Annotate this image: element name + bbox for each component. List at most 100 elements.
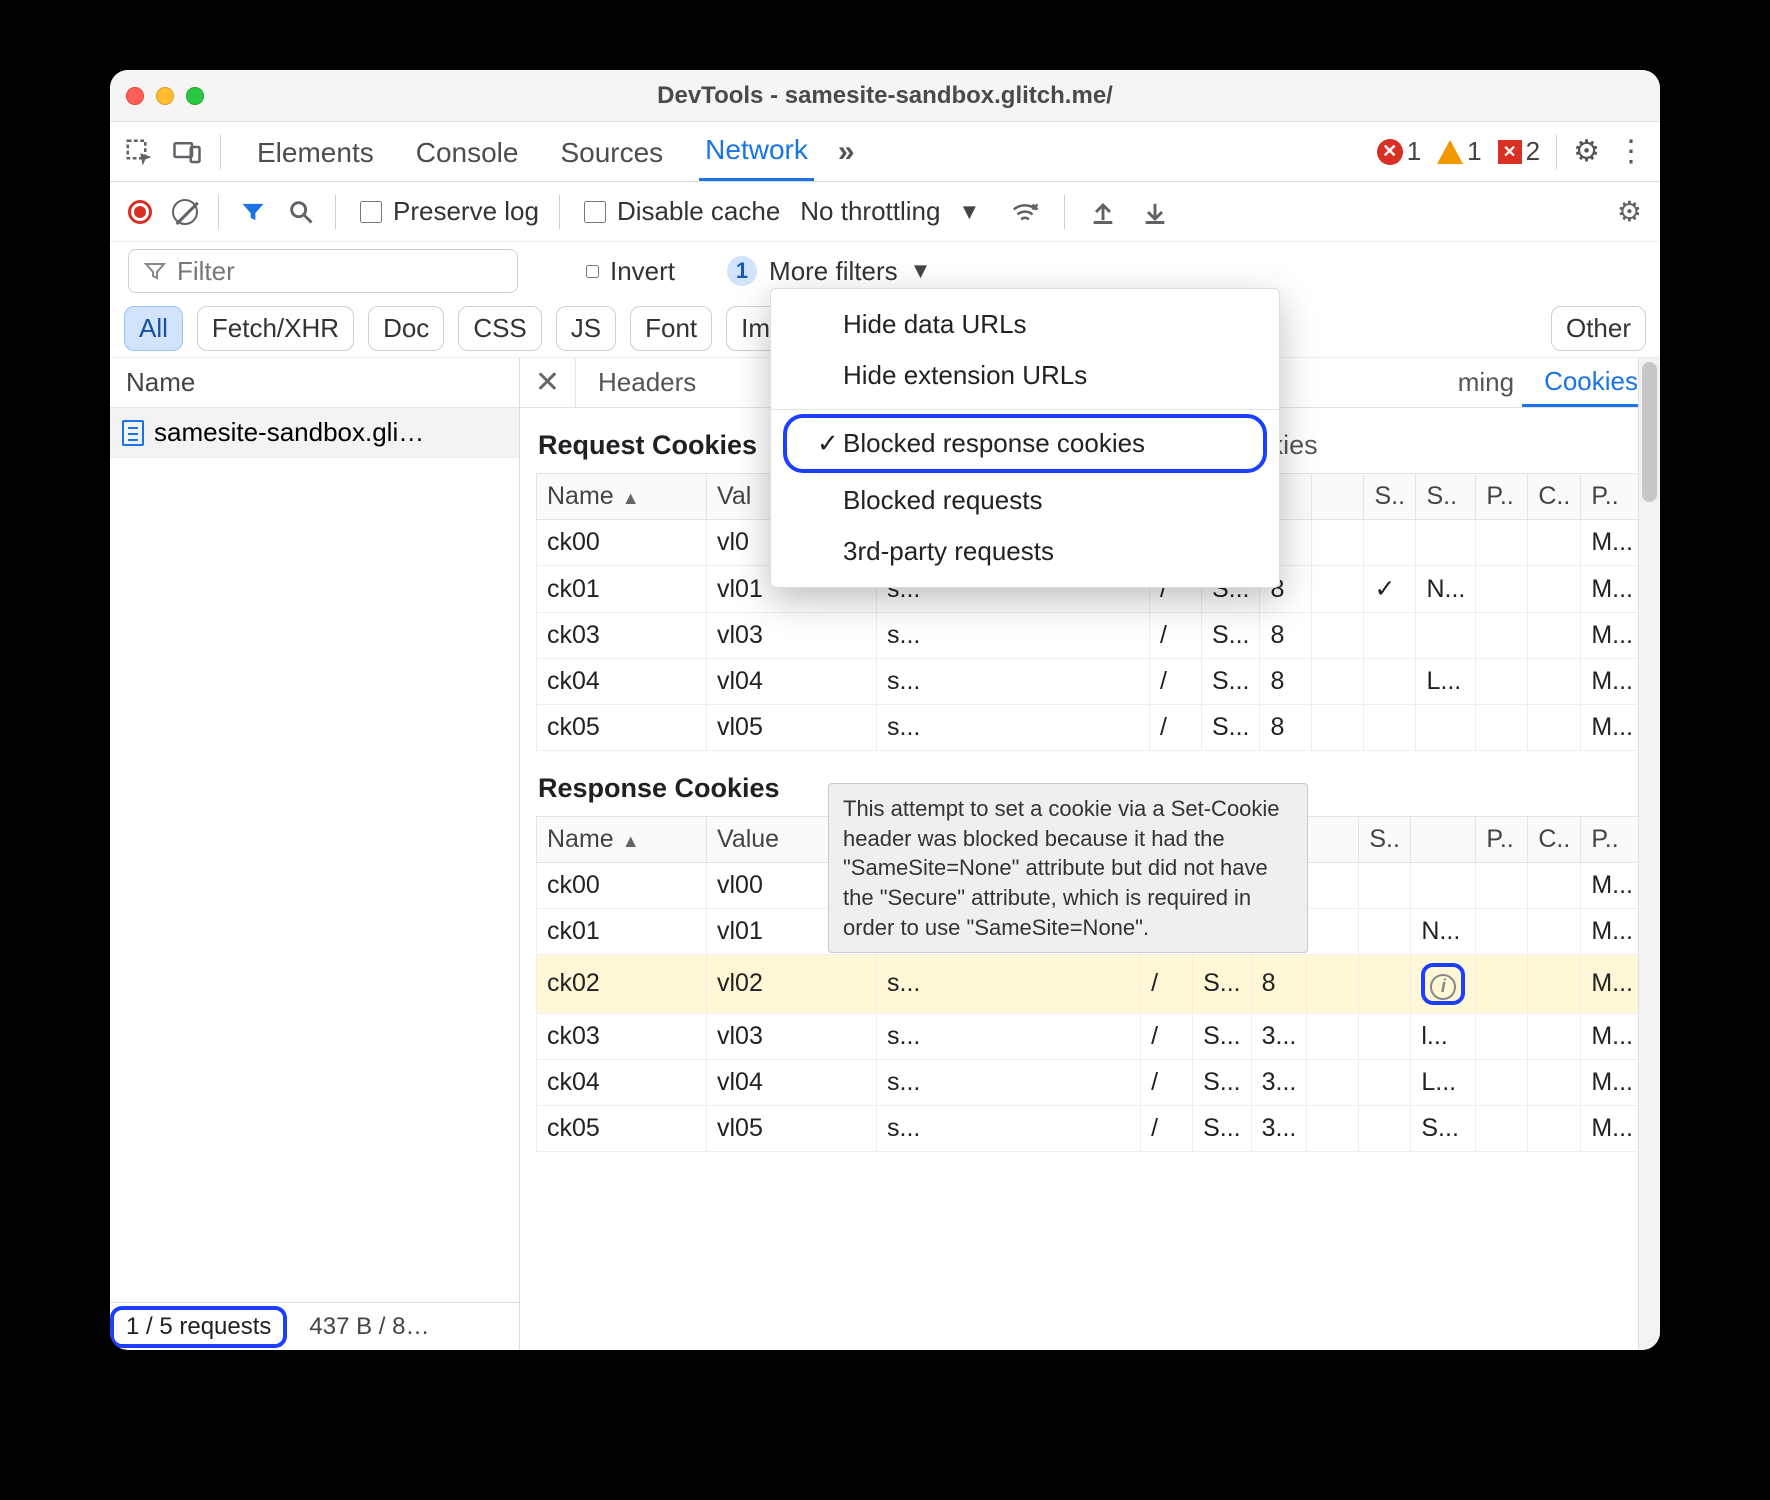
panel-overflow-icon[interactable]: »	[832, 135, 861, 169]
col-partitionkey[interactable]: P..	[1476, 474, 1528, 520]
type-chip-all[interactable]: All	[124, 306, 183, 351]
more-options-icon[interactable]: ⋮	[1616, 134, 1646, 169]
type-chip-css[interactable]: CSS	[458, 306, 541, 351]
type-chip-doc[interactable]: Doc	[368, 306, 444, 351]
titlebar: DevTools - samesite-sandbox.glitch.me/	[110, 70, 1660, 122]
cookie-row[interactable]: ck05vl05s.../S...8M...	[537, 705, 1644, 751]
col-name[interactable]: Name▲	[537, 817, 707, 863]
cell: S...	[1193, 955, 1252, 1014]
warnings-count[interactable]: 1	[1437, 136, 1481, 167]
col-httponly[interactable]	[1307, 817, 1359, 863]
cell: M...	[1581, 909, 1644, 955]
preserve-log-input[interactable]	[360, 201, 382, 223]
issues-count[interactable]: ✕ 2	[1498, 136, 1540, 167]
upload-har-icon[interactable]	[1089, 198, 1117, 226]
cell: vl02	[707, 955, 877, 1014]
panel-tab-console[interactable]: Console	[410, 125, 525, 181]
cell: 3...	[1251, 1105, 1307, 1151]
cell	[1307, 1059, 1359, 1105]
panel-tab-sources[interactable]: Sources	[554, 125, 669, 181]
cookie-row[interactable]: ck03vl03s.../S...3...l...M...	[537, 1013, 1644, 1059]
cell: /	[1149, 705, 1201, 751]
menu-item[interactable]: Blocked requests	[771, 475, 1279, 526]
throttling-select[interactable]: No throttling ▼	[800, 196, 980, 227]
document-icon	[122, 420, 144, 446]
search-icon[interactable]	[287, 198, 315, 226]
network-settings-gear-icon[interactable]: ⚙	[1617, 195, 1642, 228]
request-name: samesite-sandbox.gli…	[154, 417, 424, 448]
cell	[1312, 613, 1364, 659]
disable-cache-checkbox[interactable]: Disable cache	[580, 196, 780, 227]
menu-item[interactable]: Hide data URLs	[771, 299, 1279, 350]
download-har-icon[interactable]	[1141, 198, 1169, 226]
panel-tab-elements[interactable]: Elements	[251, 125, 380, 181]
invert-input[interactable]	[586, 265, 599, 278]
separator	[220, 135, 221, 169]
settings-gear-icon[interactable]: ⚙	[1573, 134, 1600, 169]
cookie-row[interactable]: ck02vl02s.../S...8iM...	[537, 955, 1644, 1014]
cell: S...	[1201, 613, 1260, 659]
cell	[1359, 1105, 1411, 1151]
disable-cache-input[interactable]	[584, 201, 606, 223]
cookie-row[interactable]: ck03vl03s.../S...8M...	[537, 613, 1644, 659]
cookie-row[interactable]: ck04vl04s.../S...8L...M...	[537, 659, 1644, 705]
cookie-row[interactable]: ck04vl04s.../S...3...L...M...	[537, 1059, 1644, 1105]
preserve-log-checkbox[interactable]: Preserve log	[356, 196, 539, 227]
type-chip-js[interactable]: JS	[556, 306, 616, 351]
menu-item[interactable]: 3rd-party requests	[771, 526, 1279, 577]
cell: L...	[1416, 659, 1476, 705]
menu-item[interactable]: Hide extension URLs	[771, 350, 1279, 401]
cell	[1364, 705, 1416, 751]
cookie-row[interactable]: ck05vl05s.../S...3...S...M...	[537, 1105, 1644, 1151]
menu-item[interactable]: Blocked response cookies	[787, 418, 1263, 469]
requests-header-name[interactable]: Name	[110, 358, 519, 408]
invert-checkbox[interactable]: Invert	[582, 256, 675, 287]
filter-toggle-icon[interactable]	[239, 198, 267, 226]
request-row[interactable]: samesite-sandbox.gli…	[110, 408, 519, 458]
record-button[interactable]	[128, 200, 152, 224]
info-icon[interactable]: i	[1430, 974, 1456, 1000]
network-conditions-icon[interactable]	[1010, 197, 1040, 227]
inspect-element-icon[interactable]	[124, 137, 154, 167]
chevron-down-icon: ▼	[958, 199, 980, 225]
cell: ✓	[1364, 566, 1416, 613]
col-secure[interactable]: S..	[1359, 817, 1411, 863]
col-secure[interactable]: S..	[1364, 474, 1416, 520]
cell: M...	[1581, 613, 1644, 659]
filter-input[interactable]: Filter	[128, 249, 518, 293]
col-samesite[interactable]	[1411, 817, 1476, 863]
col-partitionkey[interactable]: P..	[1476, 817, 1528, 863]
type-chip-font[interactable]: Font	[630, 306, 712, 351]
device-toolbar-icon[interactable]	[172, 137, 202, 167]
cell	[1307, 909, 1359, 955]
cell: S...	[1193, 1013, 1252, 1059]
col-crosssite[interactable]: C..	[1528, 474, 1581, 520]
errors-count[interactable]: ✕ 1	[1377, 136, 1421, 167]
type-chip-fetch-xhr[interactable]: Fetch/XHR	[197, 306, 354, 351]
filter-placeholder: Filter	[177, 256, 235, 287]
more-filters-dropdown[interactable]: 1 More filters ▼	[727, 256, 931, 287]
panel-tab-network[interactable]: Network	[699, 122, 814, 181]
close-details-button[interactable]: ✕	[520, 358, 576, 407]
col-samesite[interactable]: S..	[1416, 474, 1476, 520]
separator	[218, 195, 219, 229]
cell: s...	[877, 659, 1150, 705]
cell: M...	[1581, 1059, 1644, 1105]
cell: vl05	[707, 705, 877, 751]
scrollbar-track[interactable]	[1638, 358, 1660, 1350]
cell: /	[1149, 659, 1201, 705]
col-httponly[interactable]	[1312, 474, 1364, 520]
tab-timing-truncated[interactable]: ming	[1450, 358, 1522, 407]
scrollbar-thumb[interactable]	[1642, 362, 1657, 502]
col-priority[interactable]: P..	[1581, 817, 1644, 863]
col-crosssite[interactable]: C..	[1528, 817, 1581, 863]
cell	[1416, 705, 1476, 751]
type-chip-other[interactable]: Other	[1551, 306, 1646, 351]
col-priority[interactable]: P..	[1581, 474, 1644, 520]
clear-button[interactable]	[172, 199, 198, 225]
tab-headers[interactable]: Headers	[576, 358, 718, 407]
cell: ck00	[537, 863, 707, 909]
col-name[interactable]: Name▲	[537, 474, 707, 520]
cell	[1307, 1105, 1359, 1151]
cell	[1359, 863, 1411, 909]
